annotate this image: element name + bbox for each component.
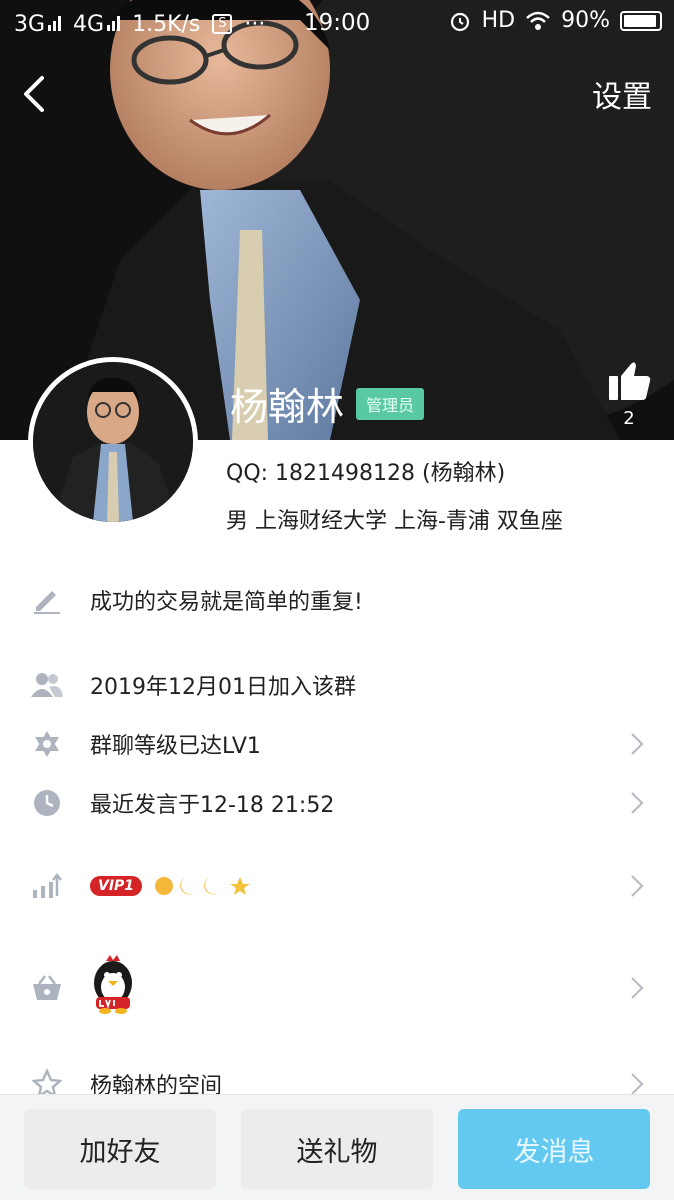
last-spoke-text: 最近发言于12-18 21:52 — [90, 793, 335, 818]
star-of-david-icon — [30, 727, 64, 761]
more-dots: ··· — [244, 11, 266, 37]
status-right: HD 90% — [448, 8, 662, 33]
vip-level-row[interactable]: VIP1 — [0, 856, 674, 916]
send-gift-button[interactable]: 送礼物 — [241, 1109, 433, 1189]
bottom-action-bar: 加好友 送礼物 发消息 — [0, 1094, 674, 1200]
back-chevron-icon[interactable] — [16, 74, 56, 114]
clock-icon — [30, 786, 64, 820]
penguin-badge — [90, 955, 136, 1021]
signal-icon — [107, 15, 121, 31]
pencil-icon — [30, 583, 64, 617]
profile-name: 杨翰林 — [230, 385, 345, 429]
avatar[interactable] — [28, 357, 198, 527]
hd-label: HD — [481, 8, 516, 33]
add-friend-button[interactable]: 加好友 — [24, 1109, 216, 1189]
send-message-button[interactable]: 发消息 — [458, 1109, 650, 1189]
thumbs-up-icon — [609, 362, 651, 400]
vip-level-content: VIP1 — [90, 875, 254, 897]
profile-meta: 男 上海财经大学 上海-青浦 双鱼座 — [226, 509, 563, 534]
penguin-badge-row[interactable] — [0, 950, 674, 1026]
signature-text: 成功的交易就是简单的重复! — [90, 590, 363, 615]
wifi-icon — [526, 11, 550, 30]
members-icon — [30, 668, 64, 702]
network-3g-label: 3G — [14, 12, 62, 37]
battery-percent: 90% — [561, 8, 610, 33]
signature-row: 成功的交易就是简单的重复! — [0, 570, 674, 630]
group-level-text: 群聊等级已达LV1 — [90, 734, 261, 759]
chevron-right-icon — [631, 1073, 644, 1095]
qq-penguin-lv1-icon — [94, 955, 132, 1014]
battery-icon — [620, 10, 662, 31]
basket-icon — [30, 971, 64, 1005]
joined-text: 2019年12月01日加入该群 — [90, 675, 356, 700]
alarm-icon — [450, 12, 469, 31]
group-level-row[interactable]: 群聊等级已达LV1 — [0, 714, 674, 774]
admin-badge: 管理员 — [356, 387, 425, 420]
joined-row: 2019年12月01日加入该群 — [0, 655, 674, 715]
qq-number: QQ: 1821498128 (杨翰林) — [226, 461, 506, 486]
chevron-right-icon — [631, 792, 644, 814]
signal-icon — [48, 15, 62, 31]
clock: 19:00 — [304, 10, 371, 36]
vip-badge: VIP1 — [90, 876, 143, 896]
level-icons — [155, 877, 251, 895]
chevron-right-icon — [631, 875, 644, 897]
level-chart-icon — [30, 869, 64, 903]
avatar-image — [33, 362, 193, 522]
profile-name-row: 杨翰林 管理员 — [230, 376, 425, 431]
status-bar: 3G 4G 1.5K/s S ··· 19:00 HD 90% — [0, 0, 674, 48]
profile-info: QQ: 1821498128 (杨翰林) 男 上海财经大学 上海-青浦 双鱼座 — [226, 455, 563, 535]
chevron-right-icon — [631, 977, 644, 999]
like-button[interactable]: 2 — [604, 360, 654, 429]
settings-button[interactable]: 设置 — [592, 72, 652, 116]
network-4g-label: 4G — [73, 12, 121, 37]
last-spoke-row[interactable]: 最近发言于12-18 21:52 — [0, 773, 674, 833]
chevron-right-icon — [631, 733, 644, 755]
status-left: 3G 4G 1.5K/s S ··· — [14, 12, 265, 37]
like-count: 2 — [623, 408, 635, 429]
notification-s-icon: S — [212, 14, 233, 34]
network-speed: 1.5K/s — [132, 11, 201, 37]
